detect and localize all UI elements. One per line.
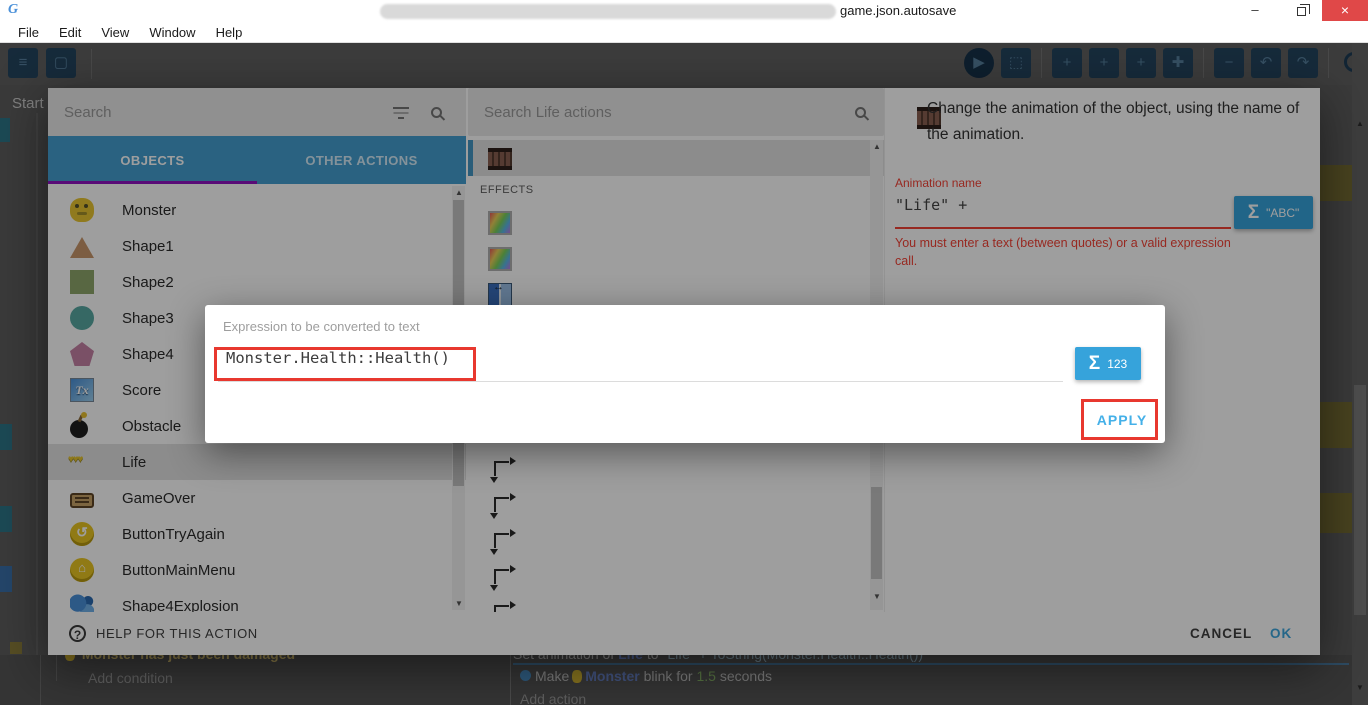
open-expression-builder-button[interactable]: Σ 123 (1075, 347, 1141, 380)
window-title: game.json.autosave (840, 3, 956, 18)
restore-button[interactable] (1278, 0, 1324, 21)
title-redaction (380, 4, 836, 19)
menu-help[interactable]: Help (206, 25, 253, 40)
title-bar: G game.json.autosave – × (0, 0, 1368, 22)
menu-file[interactable]: File (8, 25, 49, 40)
menu-bar: FileEditViewWindowHelp (0, 22, 1368, 43)
app-content: ≡▢ ▶⬚+++✚−↶↷ Start P Monster has just be… (0, 43, 1368, 705)
menu-view[interactable]: View (91, 25, 139, 40)
menu-window[interactable]: Window (139, 25, 205, 40)
restore-icon (1297, 7, 1306, 16)
annotation-apply-highlight (1081, 399, 1158, 440)
menu-edit[interactable]: Edit (49, 25, 91, 40)
sigma-icon: Σ (1089, 353, 1100, 375)
close-button[interactable]: × (1322, 0, 1368, 21)
minimize-button[interactable]: – (1232, 0, 1278, 21)
screen: G game.json.autosave – × FileEditViewWin… (0, 0, 1368, 705)
expression-field-label: Expression to be converted to text (223, 319, 420, 334)
annotation-expression-highlight (214, 347, 476, 381)
gdevelop-logo-icon: G (8, 2, 18, 18)
input-underline (218, 381, 1063, 382)
